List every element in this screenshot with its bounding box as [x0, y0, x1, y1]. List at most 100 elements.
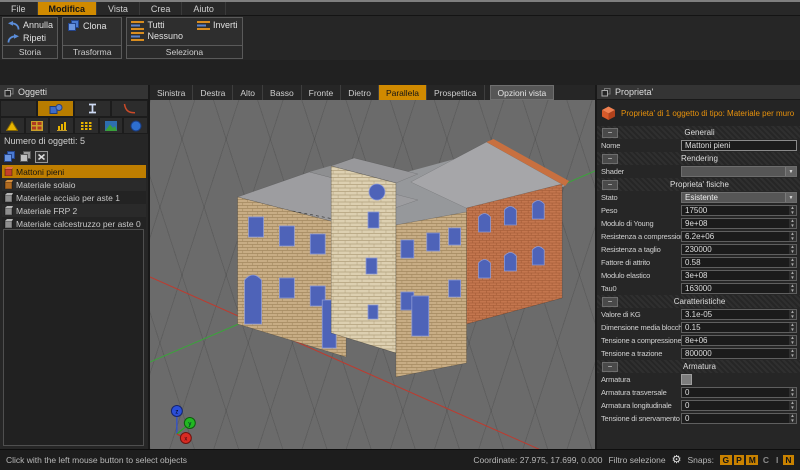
armatura-checkbox[interactable] — [681, 374, 692, 385]
copy-object-button[interactable] — [3, 151, 16, 163]
valore-di-kg-input[interactable]: 3.1e-05 — [681, 309, 797, 320]
category-materials-button[interactable] — [37, 100, 74, 117]
gear-icon[interactable]: ⚙ — [672, 455, 682, 465]
property-label: Armatura longitudinale — [597, 401, 681, 410]
view-tab-destra[interactable]: Destra — [193, 85, 233, 100]
collapse-button[interactable]: − — [602, 128, 618, 138]
collapse-button[interactable]: − — [602, 180, 618, 190]
chevron-down-icon[interactable]: ▼ — [785, 193, 796, 202]
spinner-control[interactable]: ▲▼ — [789, 414, 796, 423]
axis-gizmo[interactable]: z y x — [171, 406, 195, 444]
view-tab-basso[interactable]: Basso — [263, 85, 302, 100]
modulo-di-young-input[interactable]: 9e+08 — [681, 218, 797, 229]
peso-input[interactable]: 17500 — [681, 205, 797, 216]
tensione-a-compressione-input[interactable]: 8e+06 — [681, 335, 797, 346]
view-tab-prospettica[interactable]: Prospettica — [427, 85, 485, 100]
tensione-a-trazione-input[interactable]: 800000 — [681, 348, 797, 359]
resistenza-a-compressione-input[interactable]: 6.2e+06 — [681, 231, 797, 242]
snap-toggle-p[interactable]: P — [734, 455, 745, 465]
snap-toggle-i[interactable]: I — [773, 455, 780, 465]
category-spheres-button[interactable] — [123, 117, 148, 134]
snap-toggle-c[interactable]: C — [760, 455, 771, 465]
view-options-button[interactable]: Opzioni vista — [490, 85, 555, 100]
spinner-control[interactable]: ▲▼ — [789, 310, 796, 319]
category-analysis-button[interactable] — [49, 117, 74, 134]
category-analysis-icon — [56, 121, 68, 131]
properties-panel-icon — [601, 87, 611, 97]
object-item-materiale-solaio[interactable]: Materiale solaio — [2, 178, 146, 191]
spinner-control[interactable]: ▲▼ — [789, 219, 796, 228]
spinner-control[interactable]: ▲▼ — [789, 245, 796, 254]
spinner-control[interactable]: ▲▼ — [789, 401, 796, 410]
spinner-control[interactable]: ▲▼ — [789, 284, 796, 293]
chevron-down-icon[interactable]: ▼ — [785, 167, 796, 176]
spinner-control[interactable]: ▲▼ — [789, 258, 796, 267]
spinner-control[interactable]: ▲▼ — [789, 388, 796, 397]
category-mesh-button[interactable] — [74, 117, 99, 134]
duplicate-object-button[interactable] — [19, 151, 32, 163]
snap-toggle-n[interactable]: N — [783, 455, 794, 465]
menu-crea[interactable]: Crea — [140, 2, 183, 15]
category-loads-button[interactable] — [0, 117, 25, 134]
collapse-button[interactable]: − — [602, 297, 618, 307]
nome-input[interactable]: Mattoni pieni — [681, 140, 797, 151]
shader-dropdown[interactable]: ▼ — [681, 166, 797, 177]
spinner-control[interactable]: ▲▼ — [789, 271, 796, 280]
category-walls-icon — [31, 121, 43, 131]
viewport-3d[interactable]: z y x — [150, 100, 595, 450]
inverti-button[interactable]: Inverti — [197, 20, 238, 30]
collapse-button[interactable]: − — [602, 154, 618, 164]
category-beams-button[interactable] — [74, 100, 111, 117]
view-tab-alto[interactable]: Alto — [233, 85, 263, 100]
property-value: 230000▲▼ — [681, 244, 797, 255]
nessuno-button[interactable]: Nessuno — [131, 31, 183, 41]
snaps-label: Snaps: — [687, 455, 713, 465]
tensione-di-snervamento-input[interactable]: 0 — [681, 413, 797, 424]
collapse-button[interactable]: − — [602, 362, 618, 372]
objects-panel-icon — [4, 87, 14, 97]
view-tab-sinistra[interactable]: Sinistra — [150, 85, 193, 100]
snap-toggle-g[interactable]: G — [720, 455, 732, 465]
armatura-longitudinale-input[interactable]: 0 — [681, 400, 797, 411]
view-tab-fronte[interactable]: Fronte — [302, 85, 342, 100]
tau0-input[interactable]: 163000 — [681, 283, 797, 294]
delete-object-button[interactable] — [35, 151, 48, 163]
property-row-modulo-elastico: Modulo elastico3e+08▲▼ — [597, 269, 800, 282]
category-textures-button[interactable] — [99, 117, 124, 134]
menu-modifica[interactable]: Modifica — [38, 2, 98, 15]
property-value: 0▲▼ — [681, 400, 797, 411]
menu-vista[interactable]: Vista — [97, 2, 140, 15]
building-model[interactable] — [238, 139, 570, 377]
spinner-control[interactable]: ▲▼ — [789, 206, 796, 215]
menu-file[interactable]: File — [0, 2, 38, 15]
view-tab-dietro[interactable]: Dietro — [341, 85, 379, 100]
snap-toggle-m[interactable]: M — [746, 455, 758, 465]
category-walls-button[interactable] — [25, 117, 50, 134]
view-tab-parallela[interactable]: Parallela — [379, 85, 427, 100]
fattore-di-attrito-input[interactable]: 0.58 — [681, 257, 797, 268]
modulo-elastico-input[interactable]: 3e+08 — [681, 270, 797, 281]
spinner-control[interactable]: ▲▼ — [789, 323, 796, 332]
ribbon-group-label-storia: Storia — [3, 45, 57, 58]
ripeti-button[interactable]: Ripeti — [7, 33, 53, 43]
object-item-label: Materiale solaio — [16, 180, 76, 190]
property-label: Resistenza a taglio — [597, 245, 681, 254]
nessuno-button-label: Nessuno — [147, 31, 183, 41]
spinner-control[interactable]: ▲▼ — [789, 349, 796, 358]
selection-filter-label[interactable]: Filtro selezione — [608, 455, 665, 465]
dimensione-media-blocchi-input[interactable]: 0.15 — [681, 322, 797, 333]
spinner-control[interactable]: ▲▼ — [789, 336, 796, 345]
object-item-materiale-acciaio-per-aste-1[interactable]: Materiale acciaio per aste 1 — [2, 191, 146, 204]
spinner-control[interactable]: ▲▼ — [789, 232, 796, 241]
stato-dropdown[interactable]: Esistente▼ — [681, 192, 797, 203]
category-curves-button[interactable] — [111, 100, 148, 117]
menu-aiuto[interactable]: Aiuto — [182, 2, 226, 15]
tutti-button[interactable]: Tutti — [131, 20, 183, 30]
object-item-mattoni-pieni[interactable]: Mattoni pieni — [2, 165, 146, 178]
category-blank-button[interactable] — [0, 100, 37, 117]
armatura-trasversale-input[interactable]: 0 — [681, 387, 797, 398]
clona-button[interactable]: Clona — [67, 20, 117, 31]
annulla-button[interactable]: Annulla — [7, 20, 53, 30]
object-item-materiale-frp-2[interactable]: Materiale FRP 2 — [2, 204, 146, 217]
resistenza-a-taglio-input[interactable]: 230000 — [681, 244, 797, 255]
